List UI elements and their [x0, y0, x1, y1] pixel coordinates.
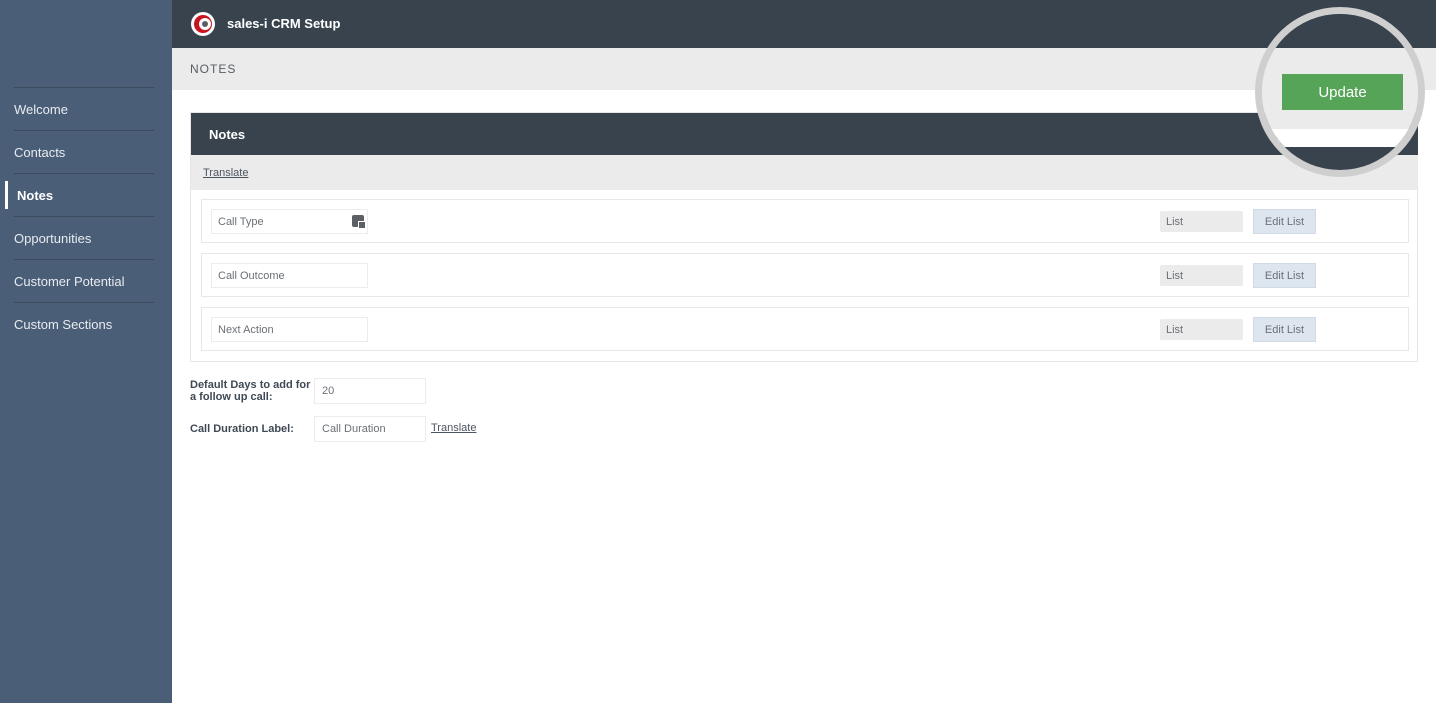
sales-i-logo-icon [191, 12, 215, 36]
note-field-row: Call Outcome List Edit List [201, 253, 1409, 297]
call-type-field[interactable]: Call Type [211, 209, 368, 234]
call-duration-translate-link[interactable]: Translate [431, 422, 476, 434]
sidebar-item-label: Opportunities [14, 230, 92, 246]
field-value: Next Action [218, 324, 274, 336]
panel-header: Notes [191, 113, 1418, 155]
call-duration-input[interactable]: Call Duration [314, 416, 426, 442]
sidebar-item-contacts[interactable]: Contacts [14, 130, 154, 173]
sidebar-item-notes[interactable]: Notes [5, 173, 154, 216]
default-days-input[interactable]: 20 [314, 378, 426, 404]
sidebar-item-customer-potential[interactable]: Customer Potential [14, 259, 154, 302]
call-outcome-field[interactable]: Call Outcome [211, 263, 368, 288]
sidebar-item-label: Notes [17, 187, 54, 203]
sidebar-item-label: Customer Potential [14, 273, 125, 289]
call-duration-label: Call Duration Label: [190, 423, 294, 435]
default-days-label: Default Days to add for a follow up call… [190, 379, 311, 403]
translate-link[interactable]: Translate [203, 167, 248, 179]
next-action-field[interactable]: Next Action [211, 317, 368, 342]
sidebar-item-label: Welcome [14, 101, 68, 117]
field-value: Call Outcome [218, 270, 285, 282]
field-type-select[interactable]: List [1160, 319, 1243, 340]
notes-panel: Notes Translate Call Type List Edit List… [190, 112, 1418, 362]
page-title: NOTES [190, 62, 237, 76]
sidebar-item-custom-sections[interactable]: Custom Sections [14, 302, 154, 345]
sidebar-item-opportunities[interactable]: Opportunities [14, 216, 154, 259]
edit-list-button[interactable]: Edit List [1253, 317, 1316, 342]
edit-list-button[interactable]: Edit List [1253, 209, 1316, 234]
edit-list-button[interactable]: Edit List [1253, 263, 1316, 288]
sidebar-item-welcome[interactable]: Welcome [14, 87, 154, 130]
top-bar: sales-i CRM Setup [172, 0, 1436, 48]
translate-keyboard-icon[interactable] [352, 215, 366, 229]
field-value: Call Type [218, 216, 264, 228]
field-type-select[interactable]: List [1160, 211, 1243, 232]
section-header-bar: NOTES [172, 48, 1436, 90]
sidebar-item-label: Contacts [14, 144, 66, 160]
sidebar: Welcome Contacts Notes Opportunities Cus… [0, 0, 172, 703]
field-type-select[interactable]: List [1160, 265, 1243, 286]
panel-toolbar: Translate [191, 155, 1418, 190]
update-button[interactable]: Update [1282, 74, 1403, 110]
sidebar-item-label: Custom Sections [14, 316, 113, 332]
note-field-row: Call Type List Edit List [201, 199, 1409, 243]
note-field-row: Next Action List Edit List [201, 307, 1409, 351]
panel-title: Notes [209, 127, 246, 142]
sidebar-nav: Welcome Contacts Notes Opportunities Cus… [0, 87, 172, 345]
app-title: sales-i CRM Setup [227, 16, 341, 31]
